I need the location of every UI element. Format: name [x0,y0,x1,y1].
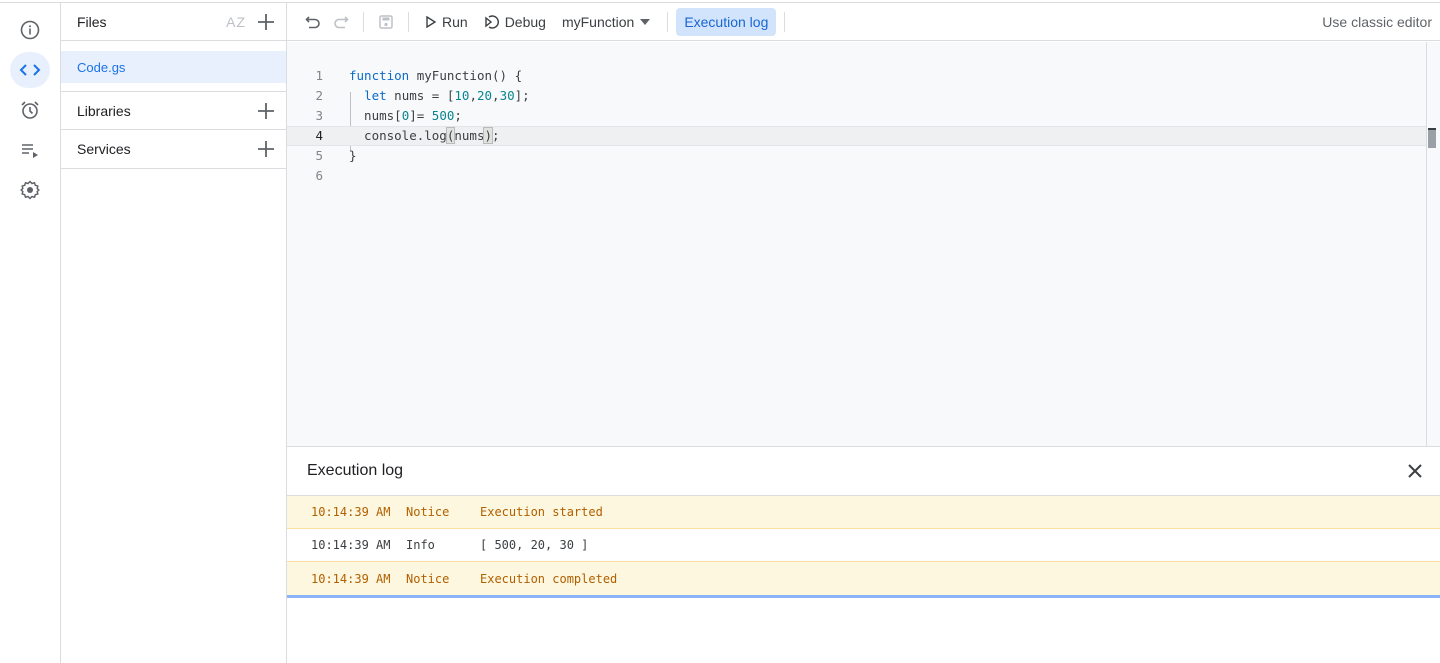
run-button[interactable]: Run [417,8,476,36]
gear-icon [20,180,40,200]
toolbar-divider [408,11,409,32]
apps-script-editor: Files AZ Code.gs Libraries Services Run … [0,2,1440,663]
play-icon [426,15,437,28]
code-line: 5 } [287,146,1427,166]
add-library-icon[interactable] [256,101,276,121]
log-message: Execution completed [480,571,618,586]
line-number: 1 [315,68,323,83]
file-name: Code.gs [77,59,126,75]
rail-triggers-button[interactable] [10,92,50,128]
files-panel: Files AZ Code.gs Libraries Services [61,3,287,663]
log-time: 10:14:39 AM [311,538,391,552]
files-title: Files [77,13,107,30]
log-time: 10:14:39 AM [311,505,391,519]
debug-button[interactable]: Debug [476,8,554,36]
log-message: Execution started [480,505,603,519]
line-number: 6 [315,168,323,183]
rail-executions-button[interactable] [10,132,50,168]
undo-icon [305,15,320,28]
code-line: 3 nums[0]= 500; [287,106,1427,126]
toolbar-divider [667,11,669,32]
execution-log-label: Execution log [684,13,769,30]
add-file-icon[interactable] [256,12,276,32]
function-select-value: myFunction [561,13,635,30]
file-item-code-gs[interactable]: Code.gs [61,51,286,83]
execution-log-panel: Execution log 10:14:39 AM Notice Executi… [287,446,1440,663]
function-select[interactable]: myFunction [554,8,659,36]
line-number: 4 [315,128,323,143]
libraries-section: Libraries [61,91,286,130]
info-icon [20,20,40,40]
code-icon [19,64,41,76]
save-button[interactable] [372,8,400,36]
line-code: } [349,148,357,163]
code-line: 1 function myFunction() { [287,66,1427,86]
rail-editor-button[interactable] [10,52,50,88]
add-service-icon[interactable] [256,139,276,159]
log-level: Notice [406,505,450,519]
files-header: Files AZ [61,3,286,41]
libraries-label: Libraries [77,102,131,119]
services-section: Services [61,130,286,169]
line-number: 2 [315,88,323,103]
redo-icon [334,15,349,28]
chevron-down-icon [640,18,651,25]
line-code: console.log(nums); [349,127,500,144]
alarm-icon [21,101,39,119]
sort-az-icon[interactable]: AZ [226,14,246,30]
undo-button[interactable] [299,8,327,36]
log-row: 10:14:39 AM Notice Execution completed [287,562,1440,595]
line-number: 5 [315,148,323,163]
run-label: Run [442,13,468,30]
log-row: 10:14:39 AM Notice Execution started [287,496,1440,529]
execution-log-toggle[interactable]: Execution log [676,7,777,36]
code-line: 6 [287,166,1427,186]
toolbar-divider [363,11,364,32]
log-row: 10:14:39 AM Info [ 500, 20, 30 ] [287,529,1440,562]
log-time: 10:14:39 AM [311,571,391,586]
debug-label: Debug [504,13,546,30]
execution-log-header: Execution log [287,447,1440,496]
line-code: nums[0]= 500; [349,108,462,123]
rail-overview-button[interactable] [10,12,50,48]
line-code: function myFunction() { [349,68,523,83]
use-classic-editor-link[interactable]: Use classic editor [1322,14,1432,30]
line-number: 3 [315,108,323,123]
rail-settings-button[interactable] [10,172,50,208]
log-level: Notice [406,571,450,586]
editor-toolbar: Run Debug myFunction Execution log Use c… [287,3,1440,41]
code-line: 2 let nums = [10,20,30]; [287,86,1427,106]
log-message: [ 500, 20, 30 ] [480,538,589,552]
toolbar-divider [784,11,786,32]
services-label: Services [77,141,131,157]
line-code: let nums = [10,20,30]; [364,88,530,103]
redo-button[interactable] [327,8,355,36]
save-icon [379,14,393,29]
nav-rail [0,3,61,663]
execution-log-title: Execution log [307,462,404,479]
debug-icon [484,14,499,29]
log-level: Info [406,538,435,552]
code-line-current: 4 console.log(nums); [287,126,1427,146]
close-icon[interactable] [1406,462,1424,480]
scrollbar-cursor-marker [1428,128,1436,148]
code-editor[interactable]: 1 function myFunction() { 2 let nums = [… [287,42,1440,446]
executions-icon [22,144,38,158]
log-end-divider [287,595,1440,598]
editor-scrollbar[interactable] [1426,42,1427,446]
